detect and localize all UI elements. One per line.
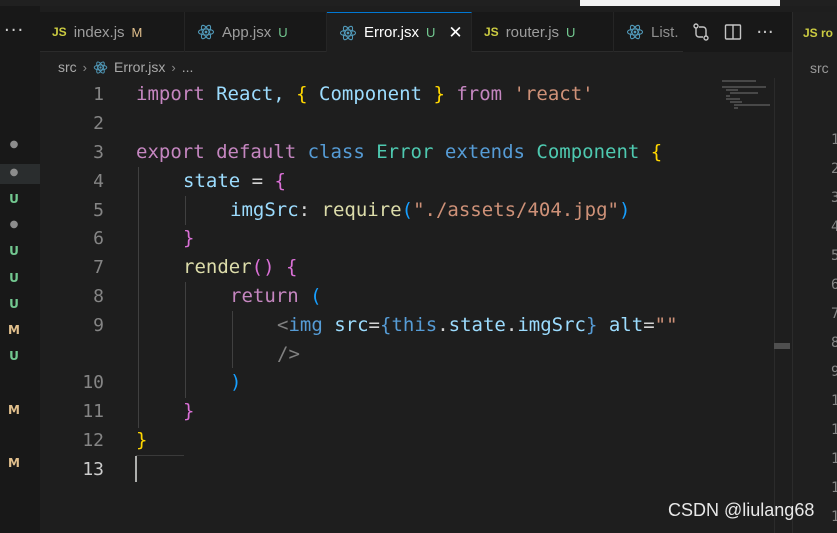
line-number: 9 xyxy=(93,315,104,336)
scrollbar-thumb[interactable] xyxy=(774,343,790,349)
react-file-icon xyxy=(197,24,215,40)
line-number: 2 xyxy=(93,113,104,134)
minimap[interactable] xyxy=(718,78,774,138)
split-line-number: 13 xyxy=(831,480,837,496)
line-number: 6 xyxy=(93,228,104,249)
split-line-number: 1 xyxy=(831,132,837,148)
more-actions-icon[interactable]: ··· xyxy=(4,20,24,41)
tab-label: index.js xyxy=(73,23,125,41)
explorer-status-badge: U xyxy=(9,271,19,285)
code-line-9-wrap[interactable]: /> xyxy=(277,340,300,369)
breadcrumb-file[interactable]: Error.jsx xyxy=(114,59,165,75)
breadcrumb: src › Error.jsx › ... xyxy=(58,59,193,75)
explorer-status-badge: U xyxy=(9,244,19,258)
open-changes-icon[interactable] xyxy=(691,22,711,42)
code-line-5[interactable]: imgSrc: require("./assets/404.jpg") xyxy=(230,196,630,225)
split-editor-icon[interactable] xyxy=(723,22,743,42)
line-number: 7 xyxy=(93,257,104,278)
split-line-number: 8 xyxy=(831,335,837,351)
javascript-file-icon: JS xyxy=(52,25,67,39)
more-actions-icon[interactable]: ··· xyxy=(755,22,775,43)
tab-error-jsx[interactable]: Error.jsx U ✕ xyxy=(327,12,472,52)
tab-app-jsx[interactable]: App.jsx U xyxy=(185,12,327,52)
right-editor-group: JS ro src 1234567891011121314 xyxy=(792,12,837,533)
javascript-file-icon: JS xyxy=(484,25,499,39)
react-file-icon xyxy=(339,25,357,40)
explorer-status-dot: ● xyxy=(9,167,19,178)
code-line-9[interactable]: <img src={this.state.imgSrc} alt="" xyxy=(277,311,678,340)
indent-guide xyxy=(138,167,139,428)
split-line-number: 14 xyxy=(831,509,837,525)
text-cursor xyxy=(135,456,137,482)
split-line-number: 7 xyxy=(831,306,837,322)
code-line-6[interactable]: } xyxy=(183,224,194,253)
code-line-7[interactable]: render() { xyxy=(183,253,297,282)
vertical-scrollbar[interactable] xyxy=(774,78,790,533)
watermark: CSDN @liulang68 xyxy=(668,500,815,520)
explorer-status-dot: ● xyxy=(9,139,19,150)
line-number: 1 xyxy=(93,84,104,105)
line-number: 5 xyxy=(93,200,104,221)
breadcrumb-folder[interactable]: src xyxy=(810,60,829,76)
code-line-4[interactable]: state = { xyxy=(183,167,286,196)
tab-label: Error.jsx xyxy=(364,24,420,41)
line-number: 11 xyxy=(82,401,104,422)
explorer-status-badge: U xyxy=(9,297,19,311)
code-line-11[interactable]: } xyxy=(183,397,194,426)
explorer-status-badge: M xyxy=(8,323,20,337)
tab-status: U xyxy=(426,25,436,40)
explorer-status-badge: U xyxy=(9,349,19,363)
split-line-number: 3 xyxy=(831,190,837,206)
tab-label: App.jsx xyxy=(222,23,272,41)
code-line-8[interactable]: return ( xyxy=(230,282,322,311)
close-icon[interactable]: ✕ xyxy=(448,23,462,43)
tab-label: List. xyxy=(651,23,679,41)
code-line-10[interactable]: ) xyxy=(230,368,241,397)
indent-guide xyxy=(232,311,233,368)
explorer-gutter: ··· xyxy=(0,6,40,533)
breadcrumb-folder[interactable]: src xyxy=(58,59,77,75)
react-file-icon xyxy=(626,24,644,40)
line-number: 8 xyxy=(93,286,104,307)
react-file-icon xyxy=(93,60,108,74)
editor-actions: ··· xyxy=(683,12,792,52)
tab-index-js[interactable]: JS index.js M xyxy=(40,12,185,52)
indent-guide xyxy=(185,196,186,225)
line-number: 3 xyxy=(93,142,104,163)
chevron-right-icon: › xyxy=(82,59,88,75)
editor-tab-bar: JS index.js M App.jsx U Error.jsx U ✕ JS… xyxy=(40,12,792,52)
split-line-number: 6 xyxy=(831,277,837,293)
split-line-number: 2 xyxy=(831,161,837,177)
split-line-number: 10 xyxy=(831,393,837,409)
javascript-file-icon: JS ro xyxy=(803,26,834,40)
split-line-number: 5 xyxy=(831,248,837,264)
code-line-12[interactable]: } xyxy=(136,426,147,455)
tab-status: U xyxy=(566,24,576,40)
code-line-3[interactable]: export default class Error extends Compo… xyxy=(136,138,662,167)
split-line-number: 9 xyxy=(831,364,837,380)
tab-router-js-split[interactable]: JS ro xyxy=(803,24,833,40)
tab-status: M xyxy=(131,24,143,40)
breadcrumb-symbol[interactable]: ... xyxy=(182,59,194,75)
tab-status: U xyxy=(278,24,288,40)
split-line-number: 4 xyxy=(831,219,837,235)
split-line-number: 11 xyxy=(831,422,837,438)
line-number: 12 xyxy=(82,430,104,451)
explorer-status-badge: M xyxy=(8,456,20,470)
tab-label: router.js xyxy=(505,23,560,41)
current-line-highlight xyxy=(136,455,184,456)
title-search-box[interactable] xyxy=(580,0,780,6)
chevron-right-icon: › xyxy=(171,59,176,75)
indent-guide xyxy=(185,282,186,398)
tab-router-js[interactable]: JS router.js U xyxy=(472,12,614,52)
line-number: 10 xyxy=(82,372,104,393)
explorer-status-badge: M xyxy=(8,403,20,417)
menu-bar xyxy=(0,0,837,6)
explorer-status-badge: U xyxy=(9,192,19,206)
explorer-status-dot: ● xyxy=(9,219,19,230)
code-line-1[interactable]: import React, { Component } from 'react' xyxy=(136,80,594,109)
line-number-current: 13 xyxy=(82,459,104,480)
line-number: 4 xyxy=(93,171,104,192)
split-line-number: 12 xyxy=(831,451,837,467)
